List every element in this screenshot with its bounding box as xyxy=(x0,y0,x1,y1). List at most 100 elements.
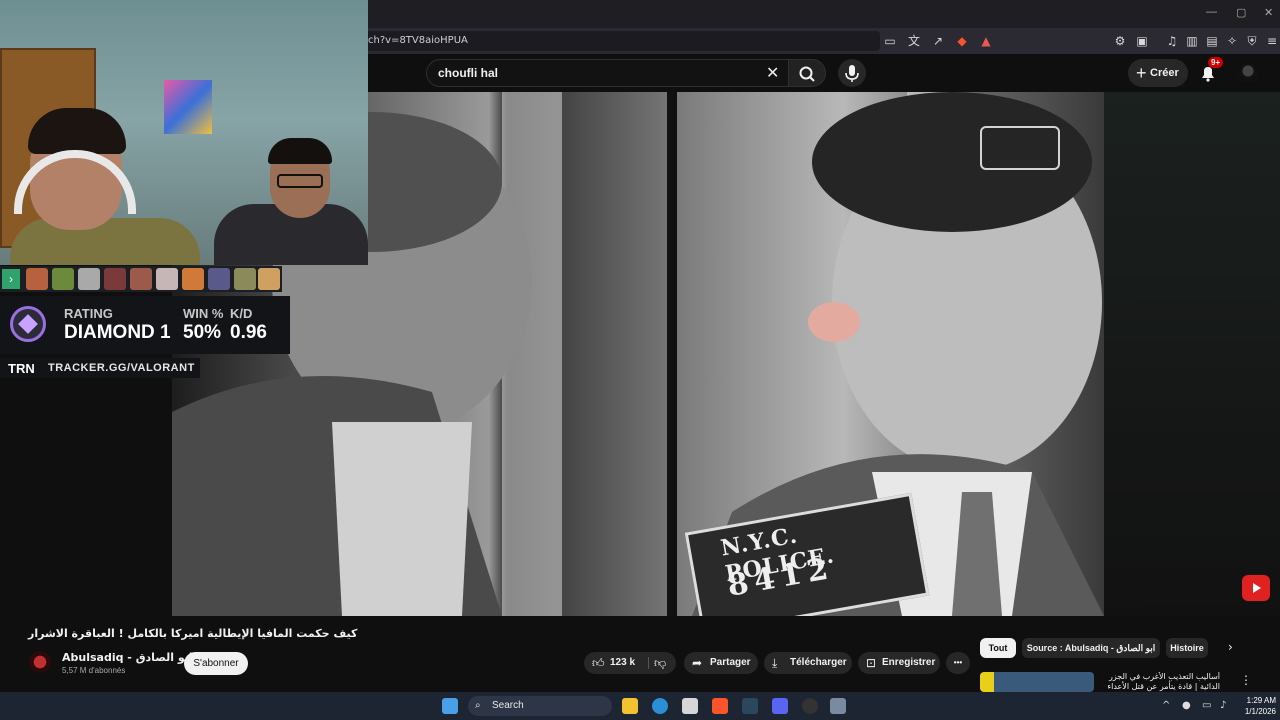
search-icon: ⌕ xyxy=(475,700,481,711)
plus-icon: + xyxy=(1136,63,1147,83)
like-count[interactable]: 123 k xyxy=(610,652,635,674)
kd-value: 0.96 xyxy=(230,322,267,343)
channel-name[interactable]: Abulsadiq - ابو الصادق xyxy=(62,651,193,664)
like-dislike-group: 👍︎ 123 k 👎︎ xyxy=(584,652,676,674)
channel-watermark-logo xyxy=(980,126,1060,170)
close-window-button[interactable]: ✕ xyxy=(1264,6,1273,19)
search-input[interactable]: choufli hal xyxy=(426,59,790,87)
youtube-subscribe-watermark-icon[interactable] xyxy=(1242,575,1270,601)
video-title: كيف حكمت المافيا الإيطالية اميركا بالكام… xyxy=(28,627,358,640)
steam-icon[interactable] xyxy=(742,698,758,714)
streamer-1-body xyxy=(10,218,200,265)
vpn-shield-icon[interactable]: ⛨ xyxy=(1244,33,1260,49)
agent-avatar xyxy=(26,268,48,290)
chip-source[interactable]: Source : Abulsadiq - ابو الصادق xyxy=(1022,638,1160,658)
address-bar[interactable]: ch?v=8TV8aioHPUA xyxy=(360,31,880,51)
clock-time: 1:29 AM xyxy=(1246,696,1276,705)
user-avatar[interactable] xyxy=(1238,63,1258,83)
create-button[interactable]: + Créer xyxy=(1128,59,1188,87)
settings-icon[interactable] xyxy=(830,698,846,714)
agent-avatar xyxy=(258,268,280,290)
brave-icon[interactable] xyxy=(712,698,728,714)
recommended-video-title[interactable]: أساليب التعذيب الأغرب في الجزر الدائية |… xyxy=(1100,672,1220,692)
clock-date: 1/1/2026 xyxy=(1244,707,1276,716)
chip-history[interactable]: Histoire xyxy=(1166,638,1208,658)
download-button[interactable]: ⤓ Télécharger xyxy=(764,652,852,674)
voice-search-button[interactable] xyxy=(838,59,866,87)
wallet-icon[interactable]: ▤ xyxy=(1204,33,1220,49)
bookmark-icon: ⊡ xyxy=(866,656,877,670)
agent-avatar xyxy=(182,268,204,290)
show-hidden-icons-icon[interactable]: ^ xyxy=(1162,700,1170,711)
discord-icon[interactable] xyxy=(772,698,788,714)
diamond-rank-icon xyxy=(10,306,46,342)
taskbar-search-label: Search xyxy=(492,700,524,711)
win-rate-label: WIN % xyxy=(183,306,224,321)
store-icon[interactable] xyxy=(682,698,698,714)
menu-icon[interactable]: ≡ xyxy=(1264,33,1280,49)
rewards-icon[interactable]: ▲ xyxy=(978,33,994,49)
download-label: Télécharger xyxy=(790,657,847,668)
chevron-right-icon: › xyxy=(2,269,20,289)
sidebar-icon[interactable]: ▥ xyxy=(1184,33,1200,49)
clear-search-icon[interactable]: ✕ xyxy=(766,63,779,82)
microphone-icon xyxy=(845,65,859,82)
more-vert-icon[interactable]: ⋮ xyxy=(1240,673,1252,687)
extensions-icon[interactable]: ⚙ xyxy=(1112,33,1128,49)
agent-avatar xyxy=(208,268,230,290)
search-button[interactable] xyxy=(788,59,826,87)
share-label: Partager xyxy=(710,657,751,668)
save-label: Enregistrer xyxy=(882,657,936,668)
divider xyxy=(648,657,649,669)
minimize-button[interactable]: — xyxy=(1206,6,1217,18)
search-icon xyxy=(799,66,815,82)
share-icon[interactable]: ↗ xyxy=(930,33,946,49)
screen-cast-icon[interactable]: ▭ xyxy=(882,33,898,49)
edge-icon[interactable] xyxy=(652,698,668,714)
translate-icon[interactable]: 文 xyxy=(906,33,922,49)
chip-all[interactable]: Tout xyxy=(980,638,1016,658)
maximize-button[interactable]: ▢ xyxy=(1236,6,1246,19)
agent-avatar xyxy=(130,268,152,290)
taskbar-search[interactable]: ⌕ Search xyxy=(468,696,612,716)
create-label: Créer xyxy=(1150,67,1179,79)
music-icon[interactable]: ♫ xyxy=(1164,33,1180,49)
ambient-background xyxy=(1104,92,1280,616)
network-icon[interactable]: ▭ xyxy=(1202,700,1211,711)
obs-icon[interactable] xyxy=(802,698,818,714)
chevron-right-icon[interactable]: › xyxy=(1228,640,1233,654)
share-arrow-icon: ➦ xyxy=(692,656,703,670)
agent-avatar xyxy=(234,268,256,290)
tracker-url: TRACKER.GG/VALORANT xyxy=(48,362,195,374)
wall-poster xyxy=(164,80,212,134)
tab-manager-icon[interactable]: ▣ xyxy=(1134,33,1150,49)
agent-avatar xyxy=(156,268,178,290)
agent-avatar xyxy=(104,268,126,290)
windows-taskbar: ⌕ Search ^ ● ▭ ♪ 1:29 AM 1/1/2026 xyxy=(0,692,1280,720)
microphone-icon[interactable]: ● xyxy=(1182,700,1191,711)
streamer-2-hair xyxy=(268,138,332,164)
windows-start-icon[interactable] xyxy=(442,698,458,714)
subscribe-button[interactable]: S'abonner xyxy=(184,652,248,675)
subscriber-count: 5,57 M d'abonnés xyxy=(62,666,126,675)
system-clock[interactable]: 1:29 AM 1/1/2026 xyxy=(1236,695,1276,717)
channel-avatar[interactable] xyxy=(29,651,51,673)
tracker-stats-panel: RATING DIAMOND 1 WIN % 50% K/D 0.96 xyxy=(0,296,290,354)
share-button[interactable]: ➦ Partager xyxy=(684,652,758,674)
streamer-1-hair xyxy=(28,108,126,154)
download-icon: ⤓ xyxy=(772,656,778,670)
trn-logo: TRN xyxy=(8,361,35,376)
save-button[interactable]: ⊡ Enregistrer xyxy=(858,652,940,674)
recommended-video-thumbnail[interactable] xyxy=(980,672,1094,692)
thumbs-up-icon[interactable]: 👍︎ xyxy=(592,652,605,674)
more-actions-button[interactable]: ••• xyxy=(946,652,970,674)
tracker-agent-strip: › xyxy=(0,266,282,292)
file-explorer-icon[interactable] xyxy=(622,698,638,714)
agent-avatar xyxy=(52,268,74,290)
brave-shield-icon[interactable]: ◆ xyxy=(954,33,970,49)
webcam-overlay xyxy=(0,0,368,265)
leo-ai-icon[interactable]: ✧ xyxy=(1224,33,1240,49)
volume-icon[interactable]: ♪ xyxy=(1220,700,1226,711)
notification-count-badge: 9+ xyxy=(1208,57,1224,68)
thumbs-down-icon[interactable]: 👎︎ xyxy=(654,652,666,674)
